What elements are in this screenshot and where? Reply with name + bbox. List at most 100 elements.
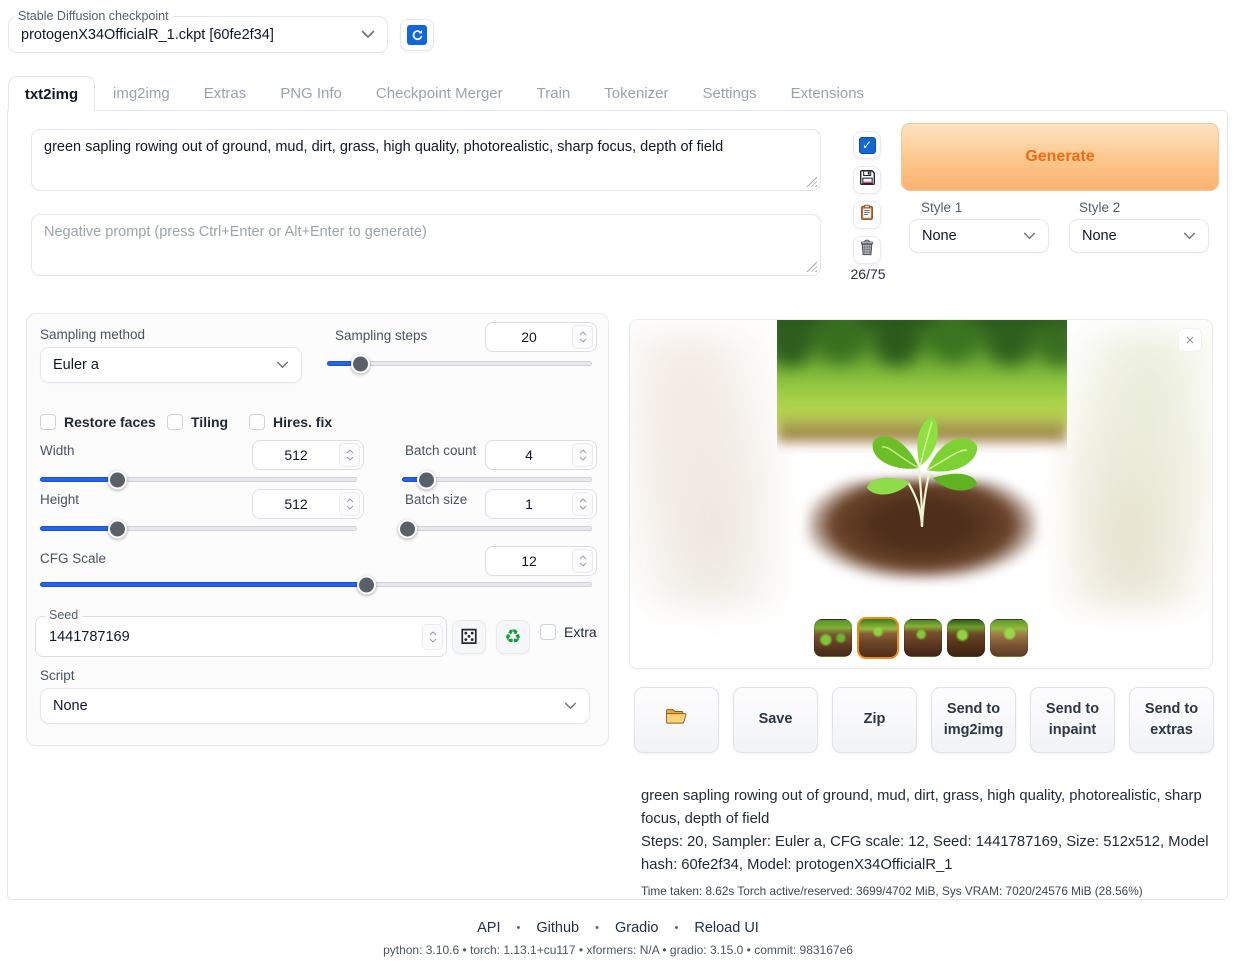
width-slider[interactable] (40, 477, 357, 482)
cfg-scale-input[interactable]: 12 (485, 546, 597, 576)
batch-count-input[interactable]: 4 (485, 440, 597, 470)
height-input[interactable]: 512 (252, 489, 364, 519)
batch-count-slider[interactable] (402, 477, 592, 482)
script-label: Script (40, 668, 75, 683)
negative-prompt-input[interactable] (31, 214, 821, 276)
footer-link-github[interactable]: Github (536, 920, 579, 936)
chevron-down-icon (1183, 228, 1196, 244)
checkpoint-label: Stable Diffusion checkpoint (14, 9, 173, 23)
open-folder-button[interactable] (634, 687, 719, 753)
tab-tokenizer[interactable]: Tokenizer (604, 85, 668, 102)
dot-separator: • (595, 922, 599, 934)
gallery-thumbnail-4[interactable] (947, 619, 985, 657)
gallery-thumbnail-5[interactable] (990, 619, 1028, 657)
script-dropdown[interactable]: None (40, 688, 590, 724)
checkbox-icon[interactable] (167, 414, 183, 430)
seed-value: 1441787169 (36, 629, 422, 645)
tab-img2img[interactable]: img2img (113, 85, 170, 102)
save-button[interactable]: Save (733, 687, 818, 753)
reuse-seed-button[interactable]: ♻ (496, 620, 530, 654)
width-input[interactable]: 512 (252, 440, 364, 470)
tab-txt2img[interactable]: txt2img (8, 76, 95, 111)
slider-handle[interactable] (351, 354, 370, 373)
dice-icon: ⚄ (460, 627, 478, 648)
floppy-disk-icon (859, 169, 876, 191)
send-to-extras-button[interactable]: Send to extras (1129, 687, 1214, 753)
batch-size-slider[interactable] (402, 526, 592, 531)
stepper-icon[interactable] (572, 492, 593, 516)
prompt-field-wrap: green sapling rowing out of ground, mud,… (31, 129, 821, 191)
tiling-checkbox[interactable]: Tiling (167, 414, 228, 430)
stepper-icon[interactable] (572, 443, 593, 467)
batch-size-input[interactable]: 1 (485, 489, 597, 519)
random-seed-button[interactable]: ⚄ (452, 620, 486, 654)
batch-count-value: 4 (486, 447, 572, 463)
hires-fix-checkbox[interactable]: Hires. fix (249, 414, 332, 430)
gallery-thumbnail-2-selected[interactable] (857, 617, 899, 659)
prompt-input[interactable]: green sapling rowing out of ground, mud,… (31, 129, 821, 191)
checkbox-icon[interactable] (40, 414, 56, 430)
footer-versions: python: 3.10.6 • torch: 1.13.1+cu117 • x… (0, 943, 1236, 957)
batch-size-label: Batch size (405, 492, 467, 507)
apply-style-button[interactable] (853, 201, 881, 229)
restore-faces-checkbox[interactable]: Restore faces (40, 414, 156, 430)
sampling-steps-value: 20 (486, 329, 572, 345)
slider-handle[interactable] (108, 470, 127, 489)
seed-input[interactable]: 1441787169 (35, 616, 447, 657)
cfg-scale-value: 12 (486, 553, 572, 569)
checkbox-icon[interactable] (540, 624, 556, 640)
seed-label: Seed (45, 608, 82, 622)
save-style-button[interactable] (853, 166, 881, 194)
extra-seed-checkbox[interactable]: Extra (540, 624, 597, 640)
sampling-steps-slider[interactable] (327, 361, 592, 366)
sampling-steps-input[interactable]: 20 (485, 322, 597, 352)
stepper-icon[interactable] (339, 492, 360, 516)
chevron-down-icon (564, 698, 577, 714)
close-gallery-button[interactable]: × (1178, 328, 1202, 352)
token-counter: 26/75 (846, 266, 890, 282)
stepper-icon[interactable] (339, 443, 360, 467)
style1-dropdown[interactable]: None (909, 219, 1049, 253)
slider-handle[interactable] (108, 519, 127, 538)
send-to-inpaint-button[interactable]: Send to inpaint (1030, 687, 1115, 753)
clear-prompt-button[interactable] (853, 236, 881, 264)
style2-label: Style 2 (1079, 200, 1120, 215)
generated-image[interactable] (777, 320, 1067, 610)
height-label: Height (40, 492, 79, 507)
stepper-icon[interactable] (422, 624, 443, 650)
footer-links: API• Github• Gradio• Reload UI (0, 920, 1236, 936)
tab-extras[interactable]: Extras (204, 85, 247, 102)
cfg-scale-slider[interactable] (40, 582, 592, 587)
zip-button[interactable]: Zip (832, 687, 917, 753)
tab-settings[interactable]: Settings (702, 85, 756, 102)
slider-handle[interactable] (417, 470, 436, 489)
tab-png-info[interactable]: PNG Info (280, 85, 342, 102)
dot-separator: • (517, 922, 521, 934)
paste-params-button[interactable]: ✓ (853, 131, 881, 159)
style1-value: None (922, 228, 957, 244)
stable-diffusion-webui: Stable Diffusion checkpoint protogenX34O… (0, 0, 1236, 966)
slider-handle[interactable] (357, 575, 376, 594)
checkbox-icon[interactable] (249, 414, 265, 430)
gallery-thumbnail-1[interactable] (814, 619, 852, 657)
height-slider[interactable] (40, 526, 357, 531)
footer-link-gradio[interactable]: Gradio (615, 920, 659, 936)
tab-checkpoint-merger[interactable]: Checkpoint Merger (376, 85, 503, 102)
generate-button[interactable]: Generate (901, 123, 1219, 191)
sampling-method-dropdown[interactable]: Euler a (40, 347, 302, 383)
footer-link-reload-ui[interactable]: Reload UI (694, 920, 758, 936)
height-value: 512 (253, 496, 339, 512)
style2-value: None (1082, 228, 1117, 244)
tab-extensions[interactable]: Extensions (791, 85, 864, 102)
stepper-icon[interactable] (572, 549, 593, 573)
tiling-label: Tiling (191, 414, 228, 430)
style2-dropdown[interactable]: None (1069, 219, 1209, 253)
refresh-checkpoints-button[interactable] (400, 19, 434, 51)
close-icon: × (1186, 332, 1195, 349)
footer-link-api[interactable]: API (477, 920, 500, 936)
tab-train[interactable]: Train (537, 85, 571, 102)
gallery-thumbnail-3[interactable] (904, 619, 942, 657)
stepper-icon[interactable] (572, 325, 593, 349)
slider-handle[interactable] (398, 519, 417, 538)
send-to-img2img-button[interactable]: Send to img2img (931, 687, 1016, 753)
